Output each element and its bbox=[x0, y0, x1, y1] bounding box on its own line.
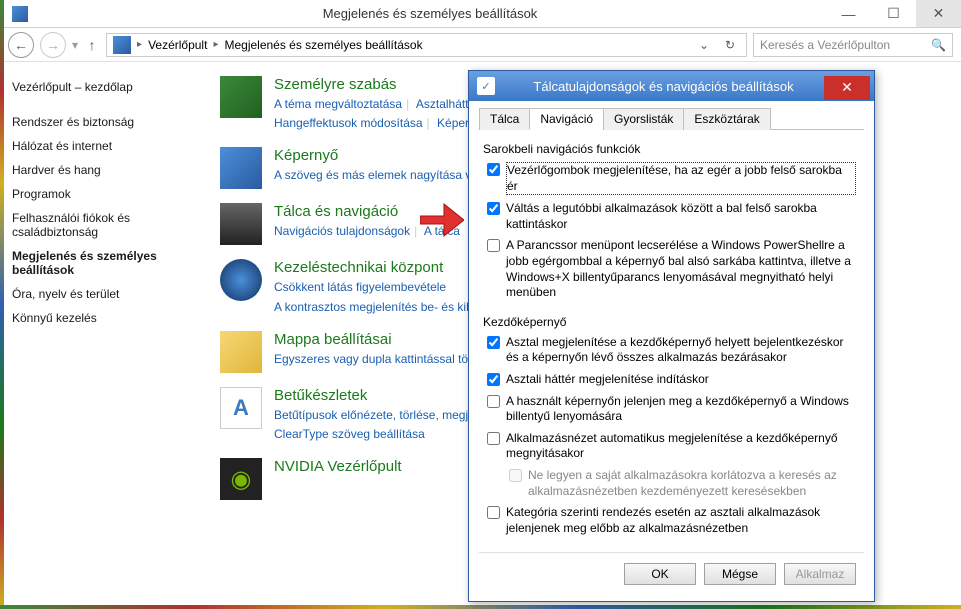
category-title[interactable]: Képernyő bbox=[274, 147, 478, 164]
sidebar-item-current[interactable]: Megjelenés és személyes beállítások bbox=[12, 244, 188, 282]
chk-desktop-apps-first[interactable] bbox=[487, 506, 500, 519]
chk-powershell[interactable] bbox=[487, 239, 500, 252]
group-start: Kezdőképernyő bbox=[483, 315, 860, 329]
breadcrumb[interactable]: ▸ Vezérlőpult ▸ Megjelenés és személyes … bbox=[106, 33, 747, 57]
sidebar-item[interactable]: Könnyű kezelés bbox=[12, 306, 188, 330]
addressbar: ← → ▾ ↑ ▸ Vezérlőpult ▸ Megjelenés és sz… bbox=[0, 28, 961, 62]
apply-button: Alkalmaz bbox=[784, 563, 856, 585]
sidebar-home[interactable]: Vezérlőpult – kezdőlap bbox=[12, 76, 188, 98]
ok-button[interactable]: OK bbox=[624, 563, 696, 585]
back-button[interactable]: ← bbox=[8, 32, 34, 58]
chk-start-on-display[interactable] bbox=[487, 395, 500, 408]
category-link[interactable]: Csökkent látás figyelembevétele bbox=[274, 280, 446, 294]
category-title[interactable]: Mappa beállításai bbox=[274, 331, 495, 348]
up-button[interactable]: ↑ bbox=[84, 37, 100, 53]
category-link[interactable]: ClearType szöveg beállítása bbox=[274, 427, 425, 441]
category-link[interactable]: Egyszeres vagy dupla kattintással történ… bbox=[274, 352, 495, 366]
tab-toolbars[interactable]: Eszköztárak bbox=[683, 108, 770, 130]
display-icon bbox=[220, 147, 262, 189]
tabstrip: Tálca Navigáció Gyorslisták Eszköztárak bbox=[479, 107, 864, 130]
chk-label[interactable]: Asztal megjelenítése a kezdőképernyő hel… bbox=[506, 335, 856, 366]
chk-label[interactable]: Alkalmazásnézet automatikus megjelenítés… bbox=[506, 431, 856, 462]
breadcrumb-current[interactable]: Megjelenés és személyes beállítások bbox=[224, 38, 422, 52]
chk-label[interactable]: Váltás a legutóbbi alkalmazások között a… bbox=[506, 201, 856, 232]
category-link[interactable]: Hangeffektusok módosítása bbox=[274, 116, 423, 130]
main-titlebar: Megjelenés és személyes beállítások — ☐ … bbox=[0, 0, 961, 28]
category-link[interactable]: Navigációs tulajdonságok bbox=[274, 224, 410, 238]
forward-button[interactable]: → bbox=[40, 32, 66, 58]
dialog-close-button[interactable]: ✕ bbox=[824, 76, 870, 100]
tab-jumplists[interactable]: Gyorslisták bbox=[603, 108, 684, 130]
chk-label[interactable]: Asztali háttér megjelenítése indításkor bbox=[506, 372, 856, 388]
refresh-button[interactable]: ↻ bbox=[720, 38, 740, 52]
search-input[interactable]: Keresés a Vezérlőpulton 🔍 bbox=[753, 33, 953, 57]
chk-apps-view[interactable] bbox=[487, 432, 500, 445]
category-title[interactable]: Tálca és navigáció bbox=[274, 203, 460, 220]
sidebar-item[interactable]: Óra, nyelv és terület bbox=[12, 282, 188, 306]
tab-navigation[interactable]: Navigáció bbox=[529, 108, 604, 130]
sidebar-item[interactable]: Felhasználói fiókok és családbiztonság bbox=[12, 206, 188, 244]
maximize-button[interactable]: ☐ bbox=[871, 0, 916, 27]
tab-taskbar[interactable]: Tálca bbox=[479, 108, 530, 130]
chk-desktop-bg[interactable] bbox=[487, 373, 500, 386]
chk-label[interactable]: Vezérlőgombok megjelenítése, ha az egér … bbox=[506, 162, 856, 195]
sidebar-item[interactable]: Programok bbox=[12, 182, 188, 206]
dialog-icon: ✓ bbox=[477, 77, 495, 95]
ease-icon bbox=[220, 259, 262, 301]
chk-show-charms[interactable] bbox=[487, 163, 500, 176]
font-icon: A bbox=[220, 387, 262, 429]
history-dropdown[interactable]: ⌄ bbox=[694, 38, 714, 52]
taskbar-properties-dialog: ✓ Tálcatulajdonságok és navigációs beáll… bbox=[468, 70, 875, 602]
category-link[interactable]: A tálca bbox=[424, 224, 460, 238]
personalize-icon bbox=[220, 76, 262, 118]
chk-label[interactable]: A használt képernyőn jelenjen meg a kezd… bbox=[506, 394, 856, 425]
chk-label[interactable]: A Parancssor menüpont lecserélése a Wind… bbox=[506, 238, 856, 300]
minimize-button[interactable]: — bbox=[826, 0, 871, 27]
category-link[interactable]: A kontrasztos megjelenítés be- és kik bbox=[274, 300, 472, 314]
category-title[interactable]: Kezeléstechnikai központ bbox=[274, 259, 472, 276]
sidebar-item[interactable]: Hardver és hang bbox=[12, 158, 188, 182]
window-title: Megjelenés és személyes beállítások bbox=[34, 6, 826, 21]
dialog-titlebar[interactable]: ✓ Tálcatulajdonságok és navigációs beáll… bbox=[469, 71, 874, 101]
chk-search-everywhere bbox=[509, 469, 522, 482]
cp-icon bbox=[12, 6, 28, 22]
sidebar-item[interactable]: Hálózat és internet bbox=[12, 134, 188, 158]
chk-label[interactable]: Kategória szerinti rendezés esetén az as… bbox=[506, 505, 856, 536]
chk-label: Ne legyen a saját alkalmazásokra korláto… bbox=[528, 468, 856, 499]
category-title[interactable]: NVIDIA Vezérlőpult bbox=[274, 458, 402, 475]
category-link[interactable]: A szöveg és más elemek nagyítása va bbox=[274, 168, 478, 182]
sidebar: Vezérlőpult – kezdőlap Rendszer és bizto… bbox=[0, 62, 200, 609]
chk-desktop-on-signin[interactable] bbox=[487, 336, 500, 349]
cancel-button[interactable]: Mégse bbox=[704, 563, 776, 585]
chk-switch-apps[interactable] bbox=[487, 202, 500, 215]
path-icon bbox=[113, 36, 131, 54]
folder-icon bbox=[220, 331, 262, 373]
taskbar-icon bbox=[220, 203, 262, 245]
search-icon: 🔍 bbox=[931, 38, 946, 52]
breadcrumb-root[interactable]: Vezérlőpult bbox=[148, 38, 207, 52]
close-button[interactable]: ✕ bbox=[916, 0, 961, 27]
nvidia-icon: ◉ bbox=[220, 458, 262, 500]
sidebar-item[interactable]: Rendszer és biztonság bbox=[12, 110, 188, 134]
category-title[interactable]: Személyre szabás bbox=[274, 76, 488, 93]
group-corner-nav: Sarokbeli navigációs funkciók bbox=[483, 142, 860, 156]
dialog-title: Tálcatulajdonságok és navigációs beállít… bbox=[503, 79, 824, 94]
category-link[interactable]: A téma megváltoztatása bbox=[274, 97, 402, 111]
